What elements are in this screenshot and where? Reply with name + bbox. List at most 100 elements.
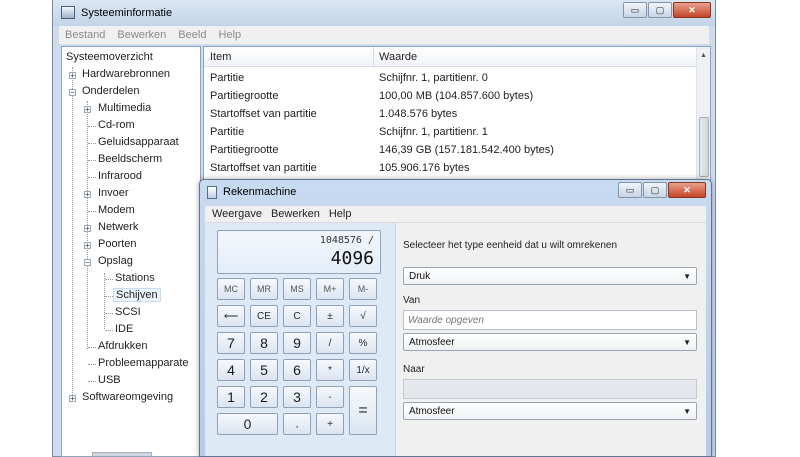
cell-item: Partitiegrootte [210, 90, 279, 102]
tree-item-cdrom[interactable]: Cd-rom [98, 119, 135, 131]
cell-value: 1.048.576 bytes [379, 108, 458, 120]
expand-icon[interactable]: + [84, 191, 91, 199]
sysinfo-maximize-button[interactable]: ▢ [648, 2, 672, 18]
tree-item-softwareomgeving[interactable]: Softwareomgeving [82, 391, 173, 403]
multiply-button[interactable]: * [316, 359, 344, 381]
m-plus-button[interactable]: M+ [316, 278, 344, 300]
tree-item-systeemoverzicht[interactable]: Systeemoverzicht [66, 51, 153, 63]
tree-item-multimedia[interactable]: Multimedia [98, 102, 151, 114]
tree-item-schijven[interactable]: Schijven [113, 288, 161, 302]
clear-entry-button[interactable]: CE [250, 305, 278, 327]
tree-item-invoer[interactable]: Invoer [98, 187, 129, 199]
digit-8-button[interactable]: 8 [250, 332, 278, 354]
sysinfo-title-bar[interactable]: Systeeminformatie ▭ ▢ ✕ [53, 0, 715, 26]
unit-type-dropdown[interactable]: Druk ▼ [403, 267, 697, 285]
tree-item-poorten[interactable]: Poorten [98, 238, 137, 250]
subtract-button[interactable]: - [316, 386, 344, 408]
expand-icon[interactable]: + [69, 395, 76, 403]
tree-item-opslag[interactable]: Opslag [98, 255, 133, 267]
cell-value: 100,00 MB (104.857.600 bytes) [379, 90, 534, 102]
digit-3-button[interactable]: 3 [283, 386, 311, 408]
ms-button[interactable]: MS [283, 278, 311, 300]
from-unit-dropdown[interactable]: Atmosfeer ▼ [403, 333, 697, 351]
calculator-window-title: Rekenmachine [223, 186, 297, 198]
tree-horizontal-scrollbar[interactable] [92, 452, 152, 456]
tree-item-modem[interactable]: Modem [98, 204, 135, 216]
digit-7-button[interactable]: 7 [217, 332, 245, 354]
percent-button[interactable]: % [349, 332, 377, 354]
digit-6-button[interactable]: 6 [283, 359, 311, 381]
tree-item-infrarood[interactable]: Infrarood [98, 170, 142, 182]
tree-item-afdrukken[interactable]: Afdrukken [98, 340, 148, 352]
menu-bestand[interactable]: Bestand [65, 29, 105, 41]
mr-button[interactable]: MR [250, 278, 278, 300]
expand-icon[interactable]: + [84, 106, 91, 114]
tree-item-probleemapparaten[interactable]: Probleemapparate [98, 357, 189, 369]
tree-item-geluidsapparaat[interactable]: Geluidsapparaat [98, 136, 179, 148]
digit-1-button[interactable]: 1 [217, 386, 245, 408]
sysinfo-menu-bar: Bestand Bewerken Beeld Help [59, 26, 709, 44]
menu-help[interactable]: Help [329, 208, 352, 220]
scroll-up-icon[interactable]: ▲ [700, 52, 707, 59]
tree-item-netwerk[interactable]: Netwerk [98, 221, 138, 233]
digit-9-button[interactable]: 9 [283, 332, 311, 354]
backspace-button[interactable]: ⟵ [217, 305, 245, 327]
to-unit-dropdown[interactable]: Atmosfeer ▼ [403, 402, 697, 420]
menu-bewerken[interactable]: Bewerken [271, 208, 320, 220]
scrollbar-thumb[interactable] [699, 117, 709, 177]
calculator-menu-bar: Weergave Bewerken Help [205, 206, 706, 223]
column-divider[interactable] [373, 47, 374, 67]
sysinfo-minimize-button[interactable]: ▭ [623, 2, 647, 18]
tree-item-beeldscherm[interactable]: Beeldscherm [98, 153, 162, 165]
digit-0-button[interactable]: 0 [217, 413, 278, 435]
mc-button[interactable]: MC [217, 278, 245, 300]
expand-icon[interactable]: + [69, 72, 76, 80]
collapse-icon[interactable]: − [84, 259, 91, 267]
from-unit-value: Atmosfeer [409, 337, 455, 348]
table-row[interactable]: Startoffset van partitie 105.906.176 byt… [204, 159, 694, 177]
calculator-maximize-button[interactable]: ▢ [643, 182, 667, 198]
menu-bewerken[interactable]: Bewerken [117, 29, 166, 41]
collapse-icon[interactable]: − [69, 89, 76, 97]
from-value-field[interactable] [403, 310, 697, 330]
menu-help[interactable]: Help [218, 29, 241, 41]
sysinfo-close-button[interactable]: ✕ [673, 2, 711, 18]
tree-item-onderdelen[interactable]: Onderdelen [82, 85, 140, 97]
calculator-minimize-button[interactable]: ▭ [618, 182, 642, 198]
calculator-close-button[interactable]: ✕ [668, 182, 706, 198]
table-row[interactable]: Partitie Schijfnr. 1, partitienr. 0 [204, 69, 694, 87]
expand-icon[interactable]: + [84, 225, 91, 233]
table-row[interactable]: Partitie Schijfnr. 1, partitienr. 1 [204, 123, 694, 141]
tree-item-hardwarebronnen[interactable]: Hardwarebronnen [82, 68, 170, 80]
calculator-title-bar[interactable]: Rekenmachine ▭ ▢ ✕ [200, 180, 711, 204]
equals-button[interactable]: = [349, 386, 377, 435]
reciprocal-button[interactable]: 1/x [349, 359, 377, 381]
divide-button[interactable]: / [316, 332, 344, 354]
digit-4-button[interactable]: 4 [217, 359, 245, 381]
cell-value: Schijfnr. 1, partitienr. 1 [379, 126, 488, 138]
table-row[interactable]: Partitiegrootte 100,00 MB (104.857.600 b… [204, 87, 694, 105]
tree-item-stations[interactable]: Stations [115, 272, 155, 284]
table-row[interactable]: Startoffset van partitie 1.048.576 bytes [204, 105, 694, 123]
tree-item-ide[interactable]: IDE [115, 323, 133, 335]
decimal-button[interactable]: , [283, 413, 311, 435]
add-button[interactable]: + [316, 413, 344, 435]
tree-line [88, 126, 96, 127]
m-minus-button[interactable]: M- [349, 278, 377, 300]
tree-item-scsi[interactable]: SCSI [115, 306, 141, 318]
column-header-value[interactable]: Waarde [379, 51, 417, 63]
menu-weergave[interactable]: Weergave [212, 208, 262, 220]
digit-5-button[interactable]: 5 [250, 359, 278, 381]
clear-button[interactable]: C [283, 305, 311, 327]
square-root-button[interactable]: √ [349, 305, 377, 327]
expand-icon[interactable]: + [84, 242, 91, 250]
plus-minus-button[interactable]: ± [316, 305, 344, 327]
table-row[interactable]: Partitiegrootte 146,39 GB (157.181.542.4… [204, 141, 694, 159]
cell-value: Schijfnr. 1, partitienr. 0 [379, 72, 488, 84]
tree-item-usb[interactable]: USB [98, 374, 121, 386]
from-value-input[interactable] [408, 313, 688, 327]
menu-beeld[interactable]: Beeld [178, 29, 206, 41]
column-header-item[interactable]: Item [210, 51, 231, 63]
digit-2-button[interactable]: 2 [250, 386, 278, 408]
unit-converter-panel: Selecteer het type eenheid dat u wilt om… [395, 223, 706, 456]
